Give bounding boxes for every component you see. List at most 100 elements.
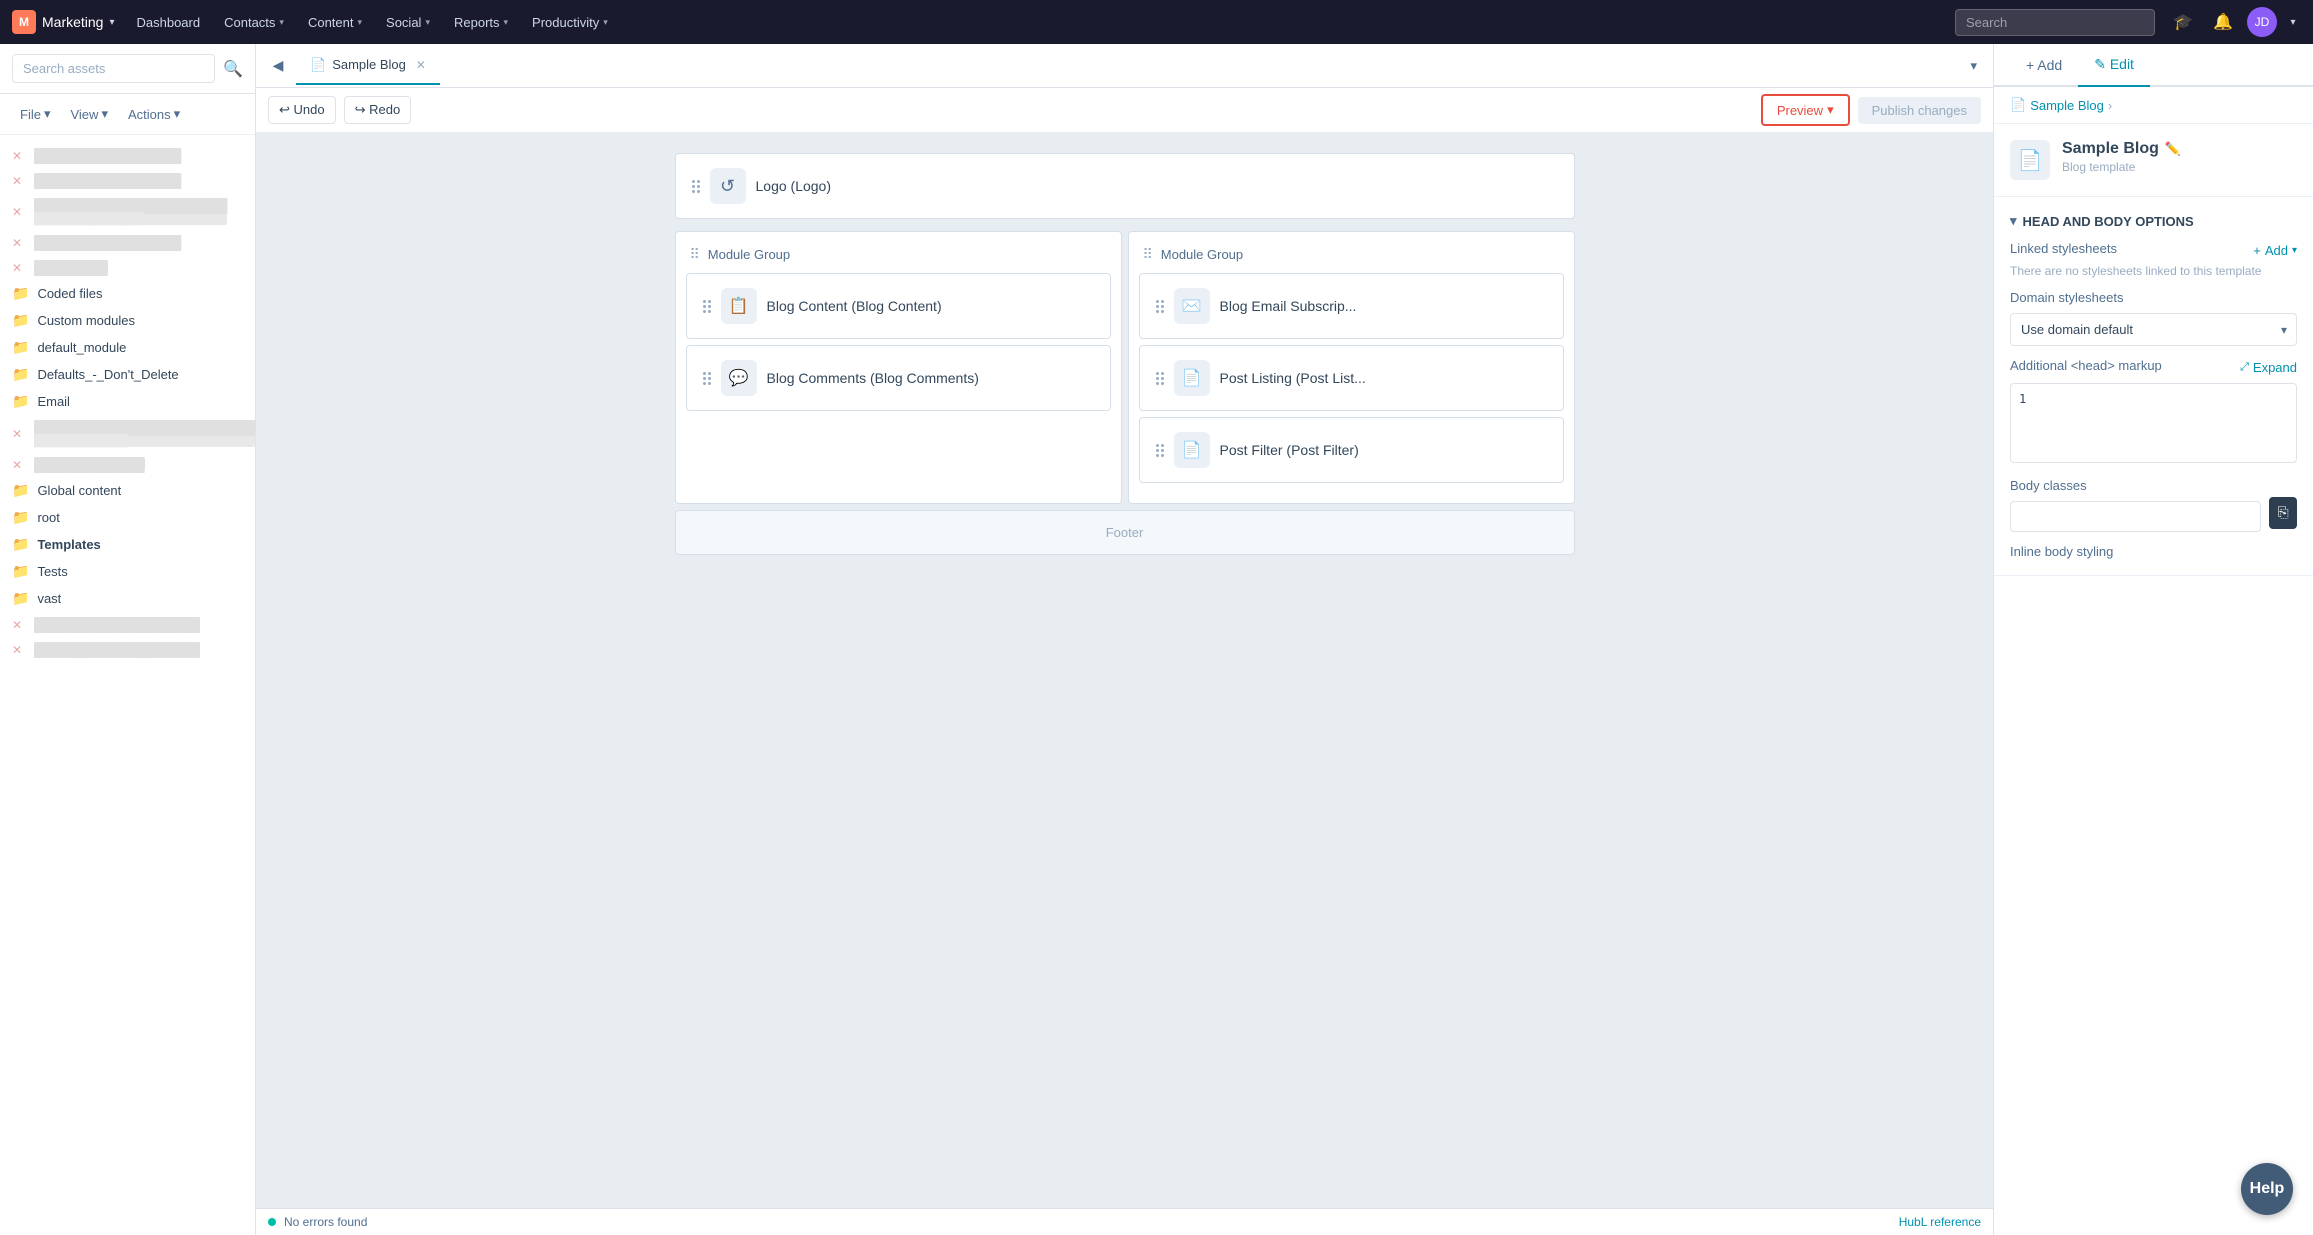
brand-logo[interactable]: M Marketing ▾	[12, 10, 115, 34]
drag-handle-icon	[692, 180, 700, 193]
sidebar-toolbar: File ▾ View ▾ Actions ▾	[0, 94, 255, 135]
breadcrumb-link[interactable]: Sample Blog	[2030, 98, 2104, 113]
edit-template-name-icon[interactable]: ✏️	[2165, 141, 2181, 157]
file-menu-button[interactable]: File ▾	[12, 102, 58, 126]
sidebar-item-defaults[interactable]: 📁 Defaults_-_Don't_Delete	[0, 361, 255, 388]
section-collapse-icon[interactable]: ▾	[2010, 213, 2017, 229]
nav-item-dashboard[interactable]: Dashboard	[127, 9, 211, 36]
brand-chevron: ▾	[109, 17, 114, 28]
account-chevron-icon[interactable]: ▾	[2285, 6, 2301, 38]
blog-content-module[interactable]: 📋 Blog Content (Blog Content)	[686, 273, 1111, 339]
head-body-section: ▾ HEAD AND BODY OPTIONS Linked styleshee…	[1994, 197, 2313, 576]
post-filter-icon: 📄	[1174, 432, 1210, 468]
copy-button[interactable]: ⎘	[2269, 497, 2297, 529]
status-bar: No errors found HubL reference	[256, 1208, 1993, 1235]
nav-item-content[interactable]: Content ▾	[298, 9, 372, 36]
collapse-sidebar-button[interactable]: ◀	[264, 52, 292, 80]
sidebar-list: ✕ ████████████████ ✕ ████████████████ ✕ …	[0, 135, 255, 1235]
sidebar-item-global-content[interactable]: 📁 Global content	[0, 477, 255, 504]
delete-icon: ✕	[12, 205, 26, 219]
copy-icon: ⎘	[2278, 504, 2289, 521]
group-drag-icon: ⠿	[690, 246, 700, 263]
sidebar-item-root[interactable]: 📁 root	[0, 504, 255, 531]
template-header: 📄 Sample Blog ✏️ Blog template	[1994, 124, 2313, 197]
tab-file-icon: 📄	[310, 57, 326, 73]
blog-comments-icon: 💬	[721, 360, 757, 396]
folder-icon: 📁	[12, 339, 29, 356]
blog-email-subscribe-module[interactable]: ✉️ Blog Email Subscrip...	[1139, 273, 1564, 339]
top-navigation: M Marketing ▾ Dashboard Contacts ▾ Conte…	[0, 0, 2313, 44]
tab-more-button[interactable]: ▾	[1962, 58, 1985, 74]
body-classes-input[interactable]	[2010, 501, 2261, 532]
global-search-input[interactable]	[1955, 9, 2155, 36]
notifications-icon[interactable]: 🔔	[2207, 6, 2239, 38]
list-item[interactable]: ✕ ████████████	[0, 452, 255, 477]
blog-content-label: Blog Content (Blog Content)	[767, 298, 942, 314]
expand-markup-button[interactable]: ⤢ Expand	[2240, 360, 2297, 375]
breadcrumb-file-icon: 📄	[2010, 97, 2026, 113]
template-icon: 📄	[2010, 140, 2050, 180]
sidebar-item-templates[interactable]: 📁 Templates	[0, 531, 255, 558]
folder-icon: 📁	[12, 393, 29, 410]
delete-icon: ✕	[12, 427, 26, 441]
search-button[interactable]: 🔍	[223, 59, 243, 79]
preview-button[interactable]: Preview ▾	[1761, 94, 1850, 126]
list-item[interactable]: ✕ ████████████████	[0, 168, 255, 193]
add-stylesheet-button[interactable]: + Add ▾	[2253, 243, 2297, 258]
brand-name: Marketing	[42, 14, 103, 30]
nav-item-reports[interactable]: Reports ▾	[444, 9, 518, 36]
sidebar-item-default-module[interactable]: 📁 default_module	[0, 334, 255, 361]
head-markup-textarea[interactable]: 1	[2010, 383, 2297, 463]
list-item[interactable]: ✕ ██████████████████	[0, 637, 255, 662]
domain-stylesheet-select[interactable]: Use domain default	[2010, 313, 2297, 346]
tab-edit[interactable]: ✎ Edit	[2078, 44, 2150, 87]
sidebar-item-vast[interactable]: 📁 vast	[0, 585, 255, 612]
sidebar-item-tests[interactable]: 📁 Tests	[0, 558, 255, 585]
post-filter-module[interactable]: 📄 Post Filter (Post Filter)	[1139, 417, 1564, 483]
email-subscribe-label: Blog Email Subscrip...	[1220, 298, 1357, 314]
redo-button[interactable]: ↪ Redo	[344, 96, 412, 124]
sidebar-item-email[interactable]: 📁 Email	[0, 388, 255, 415]
sidebar-item-custom-modules[interactable]: 📁 Custom modules	[0, 307, 255, 334]
publish-button[interactable]: Publish changes	[1858, 97, 1981, 124]
hubl-reference-link[interactable]: HubL reference	[1899, 1215, 1981, 1229]
tab-close-button[interactable]: ✕	[416, 58, 426, 72]
list-item[interactable]: ✕ ████████████████	[0, 230, 255, 255]
list-item[interactable]: ✕ ████████████████████████ ████████████	[0, 415, 255, 452]
help-button[interactable]: Help	[2241, 1163, 2293, 1215]
section-title: ▾ HEAD AND BODY OPTIONS	[2010, 213, 2297, 229]
delete-icon: ✕	[12, 174, 26, 188]
academy-icon[interactable]: 🎓	[2167, 6, 2199, 38]
post-listing-module[interactable]: 📄 Post Listing (Post List...	[1139, 345, 1564, 411]
drag-handle-icon	[1156, 444, 1164, 457]
list-item[interactable]: ✕ ████████████████	[0, 143, 255, 168]
sidebar-item-coded-files[interactable]: 📁 Coded files	[0, 280, 255, 307]
module-groups: ⠿ Module Group 📋	[675, 231, 1575, 504]
actions-chevron-icon: ▾	[174, 106, 181, 122]
brand-icon: M	[12, 10, 36, 34]
user-avatar[interactable]: JD	[2247, 7, 2277, 37]
sidebar-search-area: 🔍	[0, 44, 255, 94]
actions-menu-button[interactable]: Actions ▾	[120, 102, 188, 126]
domain-stylesheets-label: Domain stylesheets	[2010, 290, 2123, 305]
view-menu-button[interactable]: View ▾	[62, 102, 115, 126]
logo-module[interactable]: ↺ Logo (Logo)	[675, 153, 1575, 219]
list-item[interactable]: ✕ ██████████████████	[0, 612, 255, 637]
list-item[interactable]: ✕ █████████████████████ ██████████████	[0, 193, 255, 230]
list-item[interactable]: ✕ ████████	[0, 255, 255, 280]
tab-add[interactable]: + Add	[2010, 44, 2078, 87]
body-classes-row: ⎘	[2010, 493, 2297, 532]
nav-item-productivity[interactable]: Productivity ▾	[522, 9, 618, 36]
search-assets-input[interactable]	[12, 54, 215, 83]
module-group-left-header: ⠿ Module Group	[686, 246, 1111, 263]
right-panel: + Add ✎ Edit 📄 Sample Blog › 📄 Sample Bl…	[1993, 44, 2313, 1235]
tab-sample-blog[interactable]: 📄 Sample Blog ✕	[296, 47, 440, 85]
view-chevron-icon: ▾	[101, 106, 108, 122]
domain-stylesheet-wrapper: Use domain default ▾	[2010, 313, 2297, 346]
nav-item-social[interactable]: Social ▾	[376, 9, 440, 36]
blog-comments-module[interactable]: 💬 Blog Comments (Blog Comments)	[686, 345, 1111, 411]
folder-icon: 📁	[12, 509, 29, 526]
undo-button[interactable]: ↩ Undo	[268, 96, 336, 124]
editor-toolbar: ↩ Undo ↪ Redo Preview ▾ Publish changes	[256, 88, 1993, 133]
nav-item-contacts[interactable]: Contacts ▾	[214, 9, 294, 36]
